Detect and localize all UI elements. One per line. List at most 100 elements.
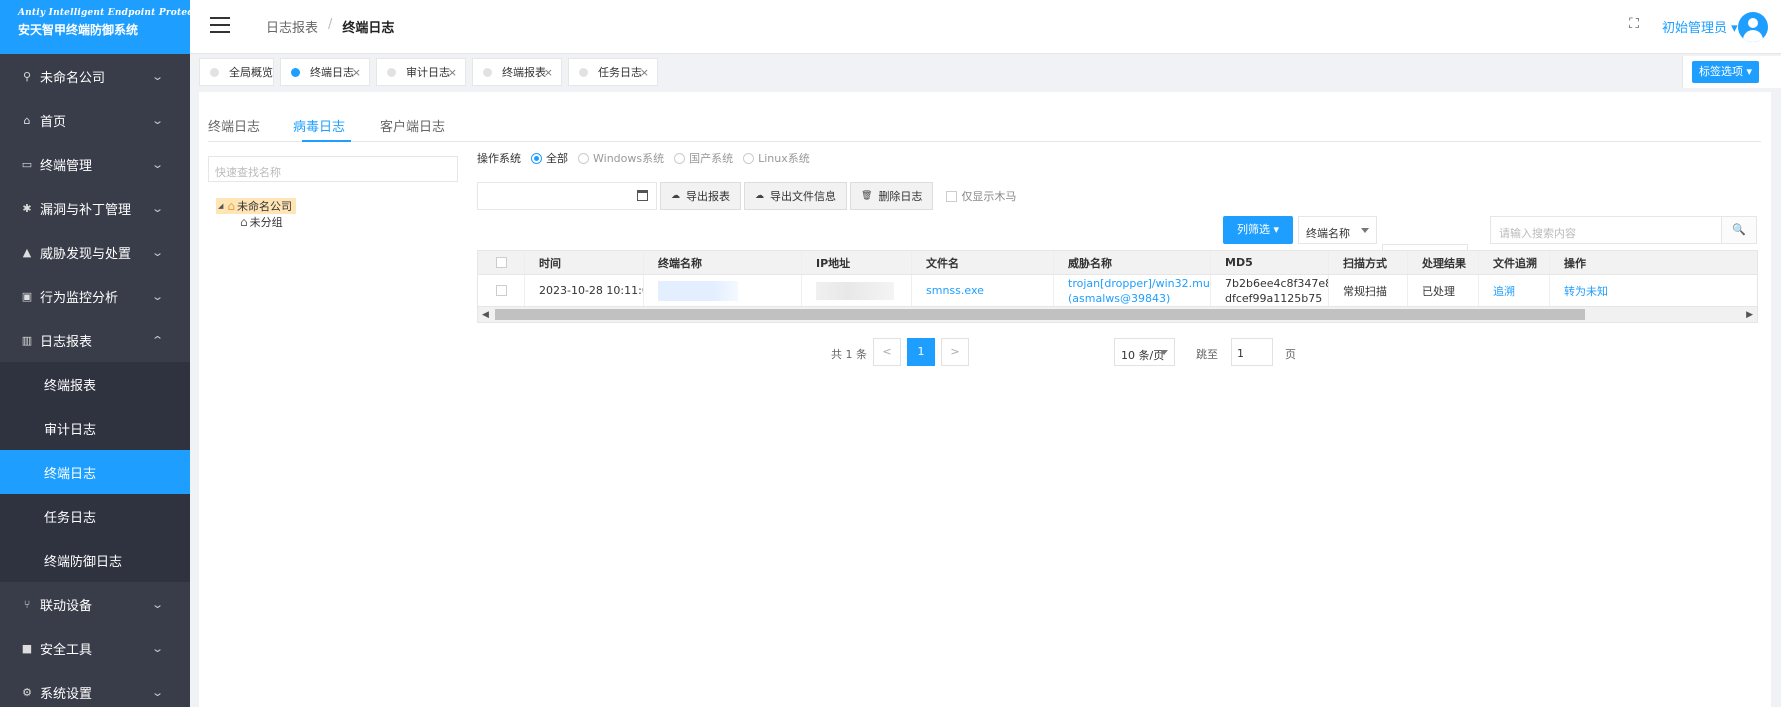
tree-node-company[interactable]: ◢ ⌂ 未命名公司 xyxy=(216,198,297,214)
export-file-info-button[interactable]: ☁ 导出文件信息 xyxy=(744,182,847,210)
sidebar-item-endpoint-management[interactable]: ▭ 终端管理 ⌄ xyxy=(0,142,190,186)
fullscreen-icon[interactable]: ⛶ xyxy=(1626,16,1642,32)
row-select-cell xyxy=(478,275,525,306)
tree-node-label: 未分组 xyxy=(249,216,283,229)
close-icon[interactable]: × xyxy=(352,66,361,79)
sidebar-subitem-audit-log[interactable]: 审计日志 xyxy=(0,406,190,450)
chevron-down-icon: ⌄ xyxy=(150,201,164,215)
scroll-right-arrow-icon[interactable]: ▶ xyxy=(1746,310,1753,320)
jump-page-input[interactable]: 1 xyxy=(1231,338,1273,366)
sidebar-subitem-endpoint-report[interactable]: 终端报表 xyxy=(0,362,190,406)
convert-unknown-link[interactable]: 转为未知 xyxy=(1550,275,1610,306)
search-input[interactable]: 请输入搜索内容 xyxy=(1490,216,1722,244)
breadcrumb-parent[interactable]: 日志报表 xyxy=(266,17,318,36)
field-select[interactable]: 终端名称 xyxy=(1298,216,1377,244)
location-pin-icon: ⚲ xyxy=(22,69,32,83)
sidebar-item-home[interactable]: ⌂ 首页 ⌄ xyxy=(0,98,190,142)
sidebar-item-behavior[interactable]: ▣ 行为监控分析 ⌄ xyxy=(0,274,190,318)
column-filter-button[interactable]: 列筛选 ▾ xyxy=(1223,216,1293,244)
scroll-left-arrow-icon[interactable]: ◀ xyxy=(482,310,489,320)
column-header[interactable]: 文件名 xyxy=(912,251,1054,274)
checkbox-box[interactable] xyxy=(946,190,958,202)
subtab-virus-log[interactable]: 病毒日志 xyxy=(293,116,345,135)
horizontal-scrollbar[interactable]: ◀ ▶ xyxy=(478,307,1757,322)
column-header[interactable]: IP地址 xyxy=(802,251,912,274)
expand-triangle-icon[interactable]: ◢ xyxy=(218,202,223,210)
tab-audit-log[interactable]: 审计日志 × xyxy=(376,58,466,86)
bar-chart-icon: ▥ xyxy=(21,333,33,347)
brand-logo[interactable]: Antiy Intelligent Endpoint Protection 安天… xyxy=(0,0,190,54)
close-icon[interactable]: × xyxy=(448,66,457,79)
jump-label: 跳至 xyxy=(1196,348,1218,361)
menu-toggle-icon[interactable] xyxy=(210,17,230,33)
sidebar-item-threat[interactable]: ▲ 威胁发现与处置 ⌄ xyxy=(0,230,190,274)
os-filter: 操作系统 全部 Windows系统 国产系统 Linux系统 xyxy=(477,150,810,166)
close-icon[interactable]: × xyxy=(640,66,649,79)
column-header[interactable]: 操作 xyxy=(1550,251,1610,274)
sidebar-item-system-settings[interactable]: ⚙ 系统设置 ⌄ xyxy=(0,670,190,707)
column-header[interactable]: 扫描方式 xyxy=(1329,251,1408,274)
export-report-button[interactable]: ☁ 导出报表 xyxy=(660,182,741,210)
pagination-prev-button[interactable]: < xyxy=(873,338,901,366)
sidebar-item-linked-devices[interactable]: ⑂ 联动设备 ⌄ xyxy=(0,582,190,626)
pagination-page-1[interactable]: 1 xyxy=(907,338,935,366)
sidebar-item-label: 终端管理 xyxy=(40,158,93,174)
redacted-value xyxy=(816,281,894,300)
os-radio-all[interactable] xyxy=(531,152,542,164)
tree-node-label: 未命名公司 xyxy=(237,200,293,213)
sidebar-item-log-reports[interactable]: ▥ 日志报表 ⌃ xyxy=(0,318,190,362)
sidebar-item-company[interactable]: ⚲ 未命名公司 ⌄ xyxy=(0,54,190,98)
sidebar-subitem-endpoint-log[interactable]: 终端日志 xyxy=(0,450,190,494)
tree-search-input[interactable]: 快速查找名称 xyxy=(208,156,458,182)
sidebar-item-vuln-patch[interactable]: ✱ 漏洞与补丁管理 ⌄ xyxy=(0,186,190,230)
tab-endpoint-report[interactable]: 终端报表 × xyxy=(472,58,562,86)
tab-status-dot xyxy=(291,67,300,77)
os-radio-linux[interactable] xyxy=(743,152,755,164)
os-radio-domestic[interactable] xyxy=(674,152,686,164)
sidebar-item-label: 威胁发现与处置 xyxy=(40,246,132,262)
user-menu[interactable]: 初始管理员 ▾ xyxy=(1662,17,1738,36)
subtab-endpoint-log[interactable]: 终端日志 xyxy=(208,116,260,135)
search-button[interactable]: 🔍 xyxy=(1721,216,1757,244)
breadcrumb-current: 终端日志 xyxy=(342,21,395,36)
os-option-label: 全部 xyxy=(546,152,568,165)
page-size-select[interactable]: 10 条/页 xyxy=(1114,338,1175,366)
home-icon: ⌂ xyxy=(240,215,248,229)
chevron-down-icon: ⌄ xyxy=(150,245,164,259)
filename-link[interactable]: smnss.exe xyxy=(912,275,1054,306)
trace-link[interactable]: 追溯 xyxy=(1479,275,1550,306)
row-checkbox[interactable] xyxy=(495,285,507,296)
breadcrumb: 日志报表 / 终端日志 xyxy=(266,17,394,36)
column-header[interactable]: 威胁名称 xyxy=(1054,251,1211,274)
scrollbar-thumb[interactable] xyxy=(495,309,1585,320)
column-header[interactable]: 文件追溯 xyxy=(1479,251,1550,274)
trojan-only-checkbox[interactable]: 仅显示木马 xyxy=(946,182,1016,210)
column-header[interactable]: 处理结果 xyxy=(1408,251,1479,274)
pagination-total: 共 1 条 xyxy=(831,348,867,361)
sidebar-subitem-defense-log[interactable]: 终端防御日志 xyxy=(0,538,190,582)
tab-options-button[interactable]: 标签选项 ▾ xyxy=(1692,61,1759,83)
os-radio-windows[interactable] xyxy=(578,152,589,164)
md5-line: dfcef99a1125b75 xyxy=(1225,291,1323,305)
avatar[interactable] xyxy=(1738,12,1768,42)
date-range-input[interactable] xyxy=(477,182,657,210)
threat-name-cell: trojan[dropper]/win32.mudrop(asmalws@398… xyxy=(1054,275,1211,306)
close-icon[interactable]: × xyxy=(544,66,553,79)
column-header[interactable]: 时间 xyxy=(525,251,644,274)
column-header[interactable]: MD5 xyxy=(1211,251,1329,274)
cloud-download-icon: ☁ xyxy=(755,191,764,201)
caret-down-icon xyxy=(1160,350,1168,355)
tab-overview[interactable]: 全局概览 xyxy=(199,58,274,86)
table-row[interactable]: 2023-10-28 10:11:07 smnss.exe trojan[dro… xyxy=(478,275,1757,307)
select-all-checkbox[interactable] xyxy=(495,257,507,268)
pagination-next-button[interactable]: > xyxy=(941,338,969,366)
tab-endpoint-log[interactable]: 终端日志 × xyxy=(280,58,370,86)
tree-node-ungrouped[interactable]: ⌂ 未分组 xyxy=(240,214,296,230)
tab-task-log[interactable]: 任务日志 × xyxy=(568,58,658,86)
sidebar-subitem-task-log[interactable]: 任务日志 xyxy=(0,494,190,538)
column-header[interactable]: 终端名称 xyxy=(644,251,802,274)
threat-name-link[interactable]: trojan[dropper]/win32.mudrop(asmalws@398… xyxy=(1068,276,1210,306)
subtab-client-log[interactable]: 客户端日志 xyxy=(380,116,445,135)
sidebar-item-security-tools[interactable]: ■ 安全工具 ⌄ xyxy=(0,626,190,670)
delete-log-button[interactable]: 🗑 删除日志 xyxy=(850,182,934,210)
